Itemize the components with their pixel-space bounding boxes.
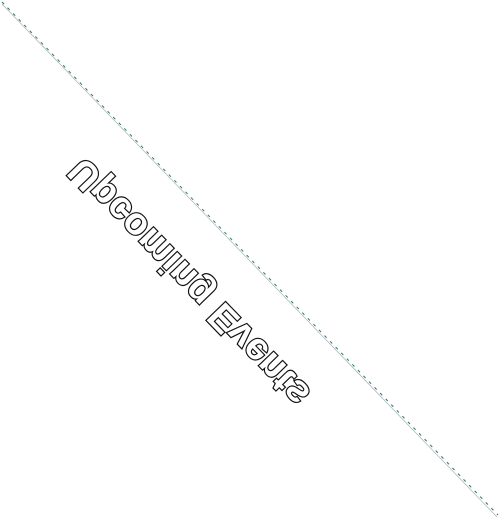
search-icon: ⚲ xyxy=(94,477,102,488)
section-title: Upcoming Events and Workshops xyxy=(260,433,390,442)
content-divider xyxy=(106,151,230,170)
wave-decoration xyxy=(103,361,249,385)
event-card-text: Quad chart workshops address the need to… xyxy=(258,292,387,318)
event-card-body: Quad Chart Workshop Quad chart workshops… xyxy=(257,291,387,329)
page-curl-stage: duMonde ⚲ Search ☰ Menu Upcoming Events … xyxy=(0,0,500,520)
nav-menu-label: Menu xyxy=(18,479,36,486)
nav-search-label: Search xyxy=(68,479,91,486)
site-nav: ⚲ Search ☰ Menu xyxy=(18,477,102,488)
globe-logo-icon xyxy=(466,472,486,492)
revealed-website: duMonde ⚲ Search ☰ Menu Upcoming Events … xyxy=(0,0,500,520)
site-logo[interactable]: duMonde xyxy=(410,472,486,492)
event-card-subtitle: Quad Chart Workshops xyxy=(334,339,387,345)
event-card-title: Defence 102 xyxy=(316,345,387,359)
site-header: duMonde ⚲ Search ☰ Menu xyxy=(4,463,496,498)
nav-search[interactable]: ⚲ Search xyxy=(68,477,102,488)
nav-menu[interactable]: ☰ Menu xyxy=(18,477,48,488)
event-card-brand: duMonde xyxy=(109,347,130,353)
second-section-blurb: Quad Chart Workshops are part of our ind… xyxy=(121,190,250,195)
brand-name: duMonde xyxy=(409,475,461,489)
menu-icon: ☰ xyxy=(39,477,49,488)
read-more-link[interactable]: Read more xyxy=(111,257,133,262)
read-more-link[interactable]: Read more xyxy=(257,257,279,262)
event-card-body-title: Quad Chart Workshop xyxy=(337,323,387,329)
section-intro: If you're looking for a business course … xyxy=(153,425,460,430)
